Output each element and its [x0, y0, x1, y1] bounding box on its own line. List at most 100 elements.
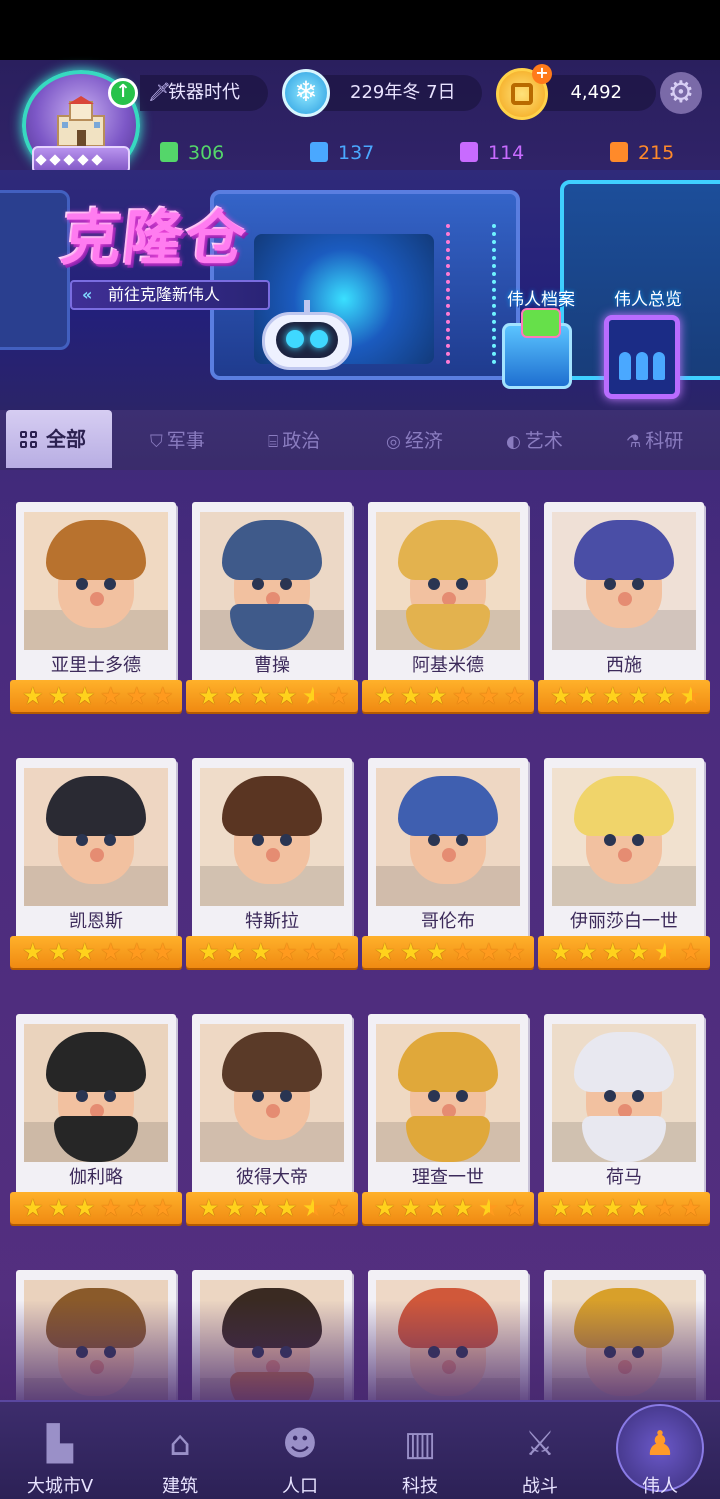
star-icon: ★ — [550, 682, 572, 710]
nav-house[interactable]: ⌂ 建筑 — [120, 1402, 240, 1499]
nav-label: 大城市V — [26, 1476, 94, 1497]
portrait-hair — [398, 1032, 498, 1092]
archive-label: 伟人档案 — [507, 290, 575, 310]
overview-label: 伟人总览 — [614, 290, 682, 310]
star-icon: ★ — [628, 682, 650, 710]
star-icon: ★ — [680, 1194, 702, 1222]
star-icon: ★ — [74, 938, 96, 966]
star-icon: ★ — [680, 938, 702, 966]
portrait-hair — [398, 520, 498, 580]
great-person-card[interactable]: 理查一世 ★ ★ ★ ★ ★ ★ — [362, 1014, 534, 1226]
nav-person[interactable]: ☻ 人口 — [240, 1402, 360, 1499]
star-icon: ★ — [328, 682, 350, 710]
star-rating: ★ ★ ★ ★ ★ ★ — [362, 1192, 534, 1224]
great-person-card[interactable]: 伊丽莎白一世 ★ ★ ★ ★ ★ ★ — [538, 758, 710, 970]
resource-green: 306 — [160, 138, 224, 168]
nav-label: 人口 — [282, 1476, 318, 1497]
go-clone-text: 前往克隆新伟人 — [108, 285, 221, 304]
add-gold-button[interactable]: + — [532, 64, 552, 84]
star-icon: ★ — [198, 682, 220, 710]
star-icon: ★ — [100, 938, 122, 966]
star-icon: ★ — [152, 682, 174, 710]
tab-all[interactable]: 全部 — [6, 410, 112, 468]
resource-purple: 114 — [460, 138, 524, 168]
government-building-icon: ⌸ — [268, 432, 279, 452]
great-person-card[interactable]: 阿基米德 ★ ★ ★ ★ ★ ★ — [362, 502, 534, 714]
person-icon: ☻ — [282, 1424, 318, 1464]
star-icon: ★ — [654, 938, 676, 966]
app-root: ↑ 🗡 铁器时代 229年冬 7日 ❄ 4,492 + ⚙ 306 137 11… — [0, 0, 720, 1499]
portrait — [376, 1024, 520, 1162]
great-person-archive-button[interactable]: 伟人档案 — [496, 285, 586, 405]
star-icon: ★ — [22, 682, 44, 710]
great-person-card[interactable]: 哥伦布 ★ ★ ★ ★ ★ ★ — [362, 758, 534, 970]
portrait-hair — [46, 1032, 146, 1092]
great-person-card[interactable]: 伽利略 ★ ★ ★ ★ ★ ★ — [10, 1014, 182, 1226]
star-icon: ★ — [126, 938, 148, 966]
star-icon: ★ — [276, 682, 298, 710]
star-icon: ★ — [452, 1194, 474, 1222]
great-person-icon: ♟ — [644, 1424, 676, 1464]
star-icon: ★ — [576, 682, 598, 710]
great-person-card[interactable]: 荷马 ★ ★ ★ ★ ★ ★ — [538, 1014, 710, 1226]
upgrade-arrow-icon[interactable]: ↑ — [108, 78, 138, 108]
star-icon: ★ — [374, 682, 396, 710]
great-person-card[interactable]: 彼得大帝 ★ ★ ★ ★ ★ ★ — [186, 1014, 358, 1226]
settings-gear-icon[interactable]: ⚙ — [660, 72, 702, 114]
green-resource-icon — [160, 142, 178, 162]
archive-box-icon — [502, 308, 572, 389]
go-clone-link[interactable]: « 前往克隆新伟人 — [70, 280, 270, 310]
tab-politics[interactable]: ⌸ 政治 — [268, 424, 320, 458]
tab-economy[interactable]: ◎ 经济 — [386, 424, 443, 458]
card-name: 曹操 — [254, 655, 290, 676]
tab-art[interactable]: ◐ 艺术 — [506, 424, 563, 458]
castle-icon — [57, 96, 105, 147]
card-name: 伊丽莎白一世 — [570, 911, 678, 932]
snowflake-icon[interactable]: ❄ — [282, 69, 330, 117]
star-icon: ★ — [152, 938, 174, 966]
portrait-hair — [222, 520, 322, 580]
status-bar — [0, 0, 720, 60]
banner-title: 克隆仓 — [57, 204, 252, 274]
great-person-card[interactable]: 凯恩斯 ★ ★ ★ ★ ★ ★ — [10, 758, 182, 970]
card-name: 荷马 — [606, 1167, 642, 1188]
great-person-overview-button[interactable]: 伟人总览 — [598, 285, 698, 410]
star-icon: ★ — [374, 938, 396, 966]
nav-book[interactable]: ▥ 科技 — [360, 1402, 480, 1499]
star-icon: ★ — [452, 938, 474, 966]
star-icon: ★ — [602, 682, 624, 710]
great-person-card[interactable]: 特斯拉 ★ ★ ★ ★ ★ ★ — [186, 758, 358, 970]
tab-research[interactable]: ⚗ 科研 — [626, 424, 683, 458]
great-person-card[interactable]: 亚里士多德 ★ ★ ★ ★ ★ ★ — [10, 502, 182, 714]
orange-resource-icon — [610, 142, 628, 162]
era-text: 铁器时代 — [168, 82, 240, 103]
star-icon: ★ — [374, 1194, 396, 1222]
card-name: 西施 — [606, 655, 642, 676]
castle-icon: ▙ — [46, 1424, 74, 1464]
star-icon: ★ — [550, 1194, 572, 1222]
great-person-card[interactable]: 西施 ★ ★ ★ ★ ★ ★ — [538, 502, 710, 714]
card-name: 理查一世 — [412, 1167, 484, 1188]
star-icon: ★ — [576, 938, 598, 966]
star-icon: ★ — [224, 1194, 246, 1222]
blue-resource-icon — [310, 142, 328, 162]
nav-castle[interactable]: ▙ 大城市V — [0, 1402, 120, 1499]
great-person-card[interactable]: 曹操 ★ ★ ★ ★ ★ ★ — [186, 502, 358, 714]
star-icon: ★ — [478, 938, 500, 966]
crossed-swords-icon: ⚔ — [524, 1424, 556, 1464]
card-name: 特斯拉 — [245, 911, 299, 932]
portrait — [200, 1024, 344, 1162]
era-label: 🗡 铁器时代 — [140, 75, 268, 111]
nav-crossed-swords[interactable]: ⚔ 战斗 — [480, 1402, 600, 1499]
tab-military[interactable]: ⛉ 军事 — [150, 424, 205, 458]
star-icon: ★ — [126, 1194, 148, 1222]
star-icon: ★ — [48, 682, 70, 710]
nav-great-person[interactable]: ♟ 伟人 — [600, 1402, 720, 1499]
nav-label: 伟人 — [642, 1476, 678, 1497]
resource-bar: 306 137 114 215 — [160, 138, 700, 168]
portrait — [552, 1024, 696, 1162]
robot-mascot[interactable] — [262, 300, 352, 380]
clone-bay-banner[interactable]: 克隆仓 « 前往克隆新伟人 伟人档案 伟人总览 — [0, 170, 720, 410]
star-icon: ★ — [328, 1194, 350, 1222]
card-name: 阿基米德 — [412, 655, 484, 676]
